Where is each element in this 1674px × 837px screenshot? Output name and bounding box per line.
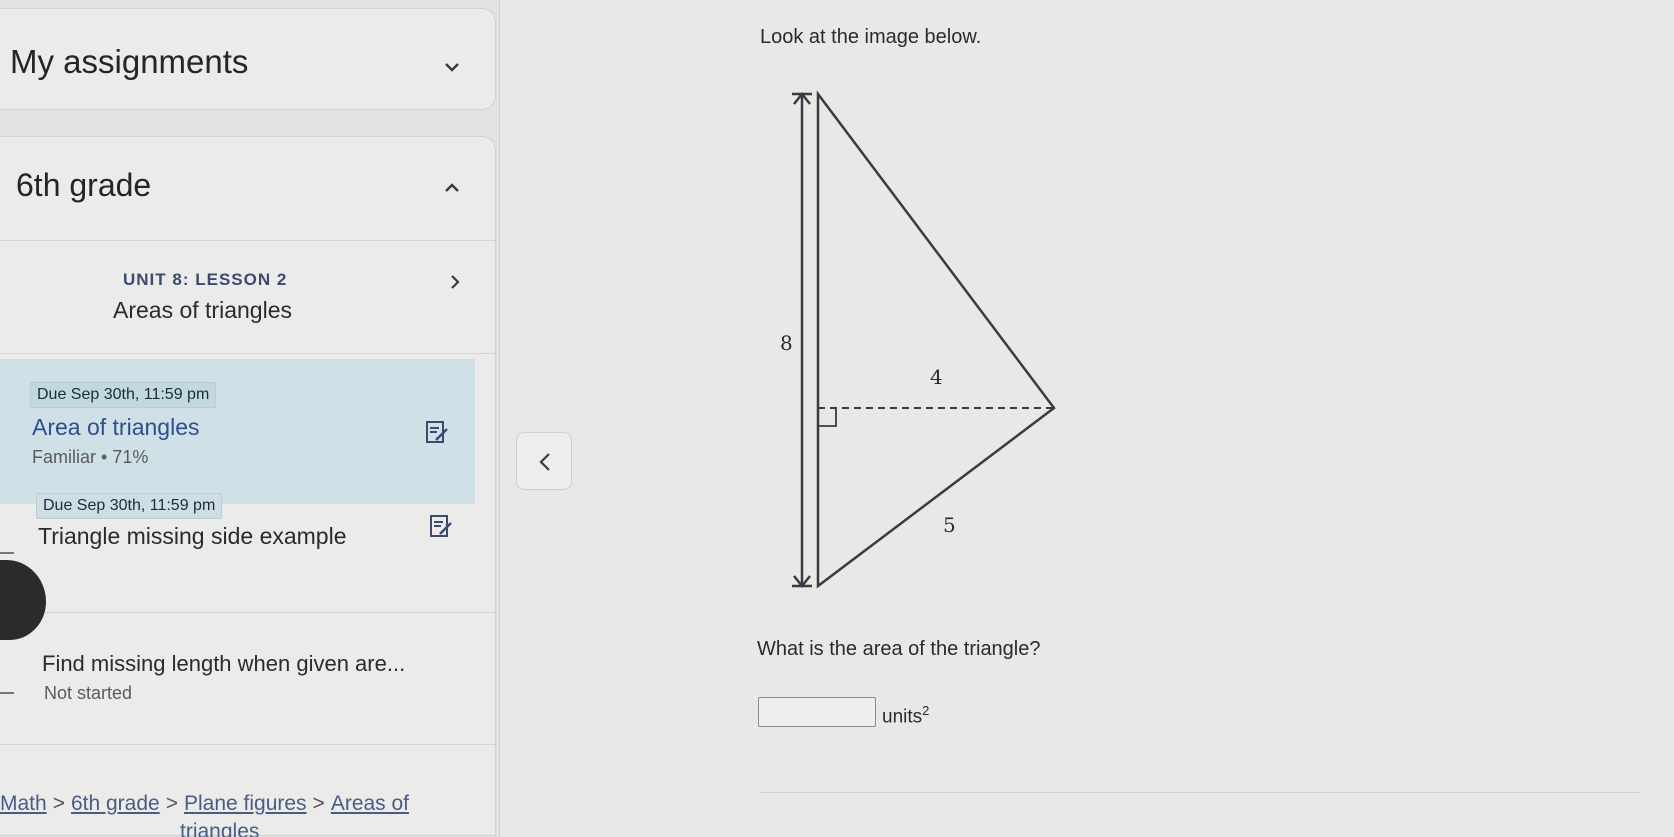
unit-title[interactable]: Areas of triangles — [113, 297, 292, 324]
chevron-up-icon[interactable] — [441, 177, 463, 199]
breadcrumb-math[interactable]: Math — [0, 792, 47, 815]
due-badge: Due Sep 30th, 11:59 pm — [36, 493, 223, 519]
divider — [0, 240, 496, 241]
chevron-down-icon[interactable] — [441, 56, 463, 78]
list-item-area-of-triangles[interactable]: Due Sep 30th, 11:59 pm Area of triangles… — [0, 359, 475, 504]
sidebar: My assignments 6th grade UNIT 8: LESSON … — [0, 0, 500, 837]
grade-title: 6th grade — [16, 167, 152, 203]
divider — [0, 612, 496, 613]
units-text: units — [882, 706, 923, 728]
divider — [760, 792, 1640, 793]
triangle-figure: 8 4 5 — [780, 86, 1080, 596]
due-badge: Due Sep 30th, 11:59 pm — [30, 382, 217, 408]
chevron-right-icon[interactable] — [444, 271, 466, 293]
item-status: Not started — [44, 683, 133, 703]
collapse-sidebar-button[interactable] — [516, 432, 572, 490]
divider — [0, 353, 496, 354]
item-status: Familiar • 71% — [32, 447, 149, 467]
my-assignments-card[interactable]: My assignments — [0, 8, 496, 110]
edge-mark — [0, 692, 14, 694]
breadcrumb: Math >6th grade > Plane figures > Areas of — [0, 792, 409, 816]
edge-mark — [0, 552, 14, 554]
item-title[interactable]: Find missing length when given are... — [42, 651, 405, 677]
chevron-left-icon — [539, 453, 550, 471]
breadcrumb-separator: > — [312, 792, 325, 815]
divider — [0, 744, 496, 745]
unit-label: UNIT 8: LESSON 2 — [123, 270, 288, 289]
page: My assignments 6th grade UNIT 8: LESSON … — [0, 0, 1674, 837]
prompt-text: Look at the image below. — [760, 26, 982, 48]
label-side-bottom: 5 — [943, 513, 956, 537]
question-text: What is the area of the triangle? — [757, 638, 1041, 660]
answer-input[interactable] — [758, 697, 876, 727]
label-side-top: 4 — [930, 365, 943, 389]
label-height: 8 — [780, 331, 793, 355]
grade-card: 6th grade UNIT 8: LESSON 2 Areas of tria… — [0, 136, 496, 836]
my-assignments-title: My assignments — [10, 43, 249, 80]
breadcrumb-grade[interactable]: 6th grade — [71, 792, 160, 815]
breadcrumb-areas-of[interactable]: Areas of — [331, 792, 409, 815]
breadcrumb-separator: > — [52, 792, 65, 815]
units-label: units2 — [882, 703, 929, 728]
breadcrumb-triangles[interactable]: triangles — [180, 820, 259, 837]
item-title[interactable]: Triangle missing side example — [38, 523, 347, 550]
breadcrumb-plane-figures[interactable]: Plane figures — [184, 792, 307, 815]
edit-icon — [428, 513, 454, 539]
item-title[interactable]: Area of triangles — [32, 414, 199, 441]
breadcrumb-separator: > — [165, 792, 178, 815]
edit-icon — [424, 419, 450, 445]
units-superscript: 2 — [922, 703, 930, 718]
